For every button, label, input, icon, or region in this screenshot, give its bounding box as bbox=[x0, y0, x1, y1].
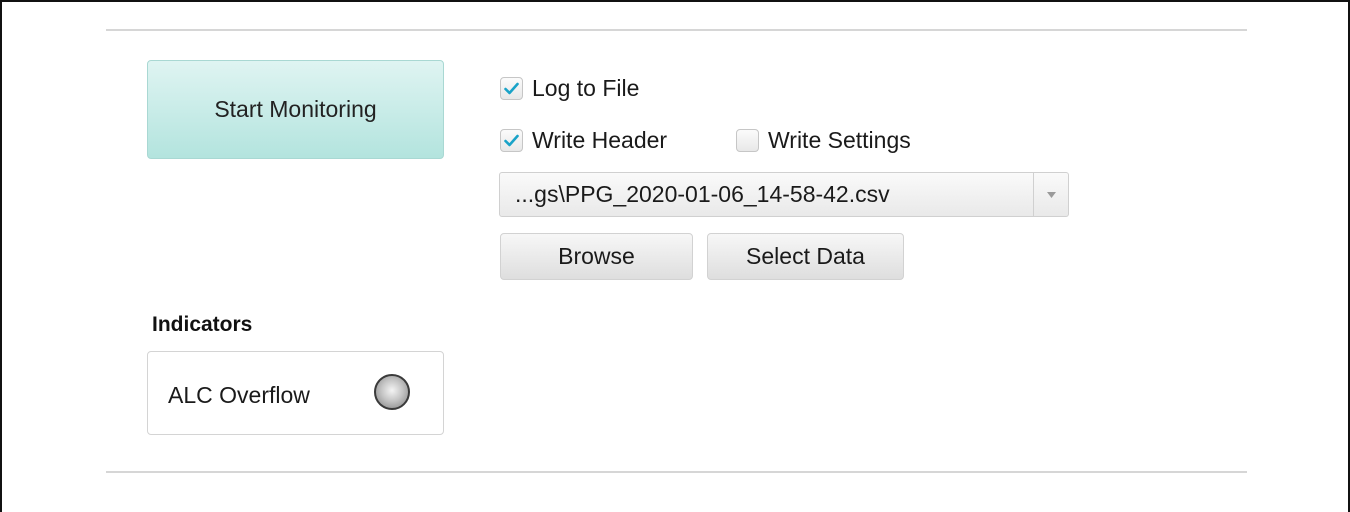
bottom-divider bbox=[106, 471, 1247, 473]
check-icon bbox=[504, 134, 519, 147]
log-to-file-checkbox[interactable] bbox=[500, 77, 523, 100]
dropdown-toggle[interactable] bbox=[1033, 173, 1068, 216]
write-header-checkbox[interactable] bbox=[500, 129, 523, 152]
top-divider bbox=[106, 29, 1247, 31]
indicators-heading: Indicators bbox=[152, 313, 253, 336]
write-header-label[interactable]: Write Header bbox=[532, 127, 667, 154]
select-data-button[interactable]: Select Data bbox=[707, 233, 904, 280]
start-monitoring-button[interactable]: Start Monitoring bbox=[147, 60, 444, 159]
write-settings-checkbox[interactable] bbox=[736, 129, 759, 152]
indicators-panel: ALC Overflow bbox=[147, 351, 444, 435]
check-icon bbox=[504, 82, 519, 95]
log-to-file-option[interactable]: Log to File bbox=[500, 75, 639, 102]
write-settings-label[interactable]: Write Settings bbox=[768, 127, 911, 154]
log-to-file-label[interactable]: Log to File bbox=[532, 75, 639, 102]
caret-down-icon bbox=[1046, 191, 1056, 198]
alc-overflow-label: ALC Overflow bbox=[168, 382, 310, 408]
log-file-path-select[interactable]: ...gs\PPG_2020-01-06_14-58-42.csv bbox=[499, 172, 1069, 217]
led-icon bbox=[374, 374, 410, 410]
log-file-path-value: ...gs\PPG_2020-01-06_14-58-42.csv bbox=[515, 181, 890, 207]
write-header-option[interactable]: Write Header bbox=[500, 127, 667, 154]
browse-button[interactable]: Browse bbox=[500, 233, 693, 280]
write-settings-option[interactable]: Write Settings bbox=[736, 127, 911, 154]
